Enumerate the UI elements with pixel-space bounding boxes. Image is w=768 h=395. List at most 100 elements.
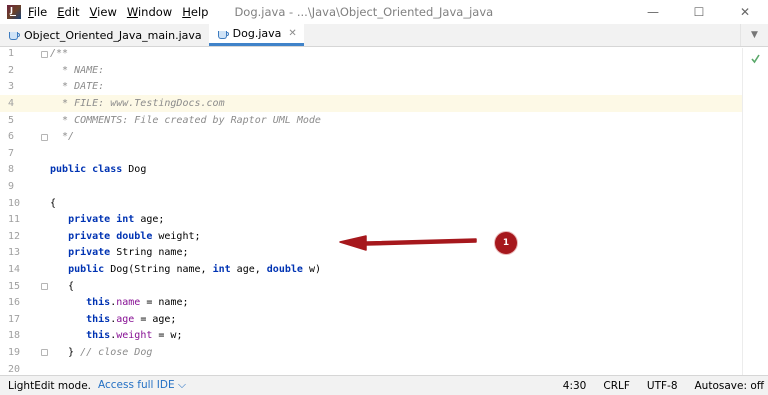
tab-close-icon[interactable]: ✕ <box>288 28 296 39</box>
line-number: 3 <box>8 81 15 93</box>
menu-item-window[interactable]: Window <box>127 5 172 19</box>
menu-item-file[interactable]: File <box>28 5 47 19</box>
line-number: 18 <box>8 330 21 342</box>
status-bar: LightEdit mode. Access full IDE ⌵ 4:30 C… <box>0 375 768 395</box>
window-controls: — ☐ ✕ <box>630 0 768 24</box>
code-token: age <box>116 313 135 325</box>
code-line[interactable]: 20 <box>0 361 742 375</box>
code-token: // close Dog <box>80 347 153 359</box>
tab-label: Object_Oriented_Java_main.java <box>24 28 202 42</box>
code-text: private int age; <box>50 214 164 225</box>
code-text: * FILE: www.TestingDocs.com <box>50 98 225 109</box>
line-number: 16 <box>8 297 21 309</box>
menu-item-help[interactable]: Help <box>182 5 208 19</box>
code-line[interactable]: 5 * COMMENTS: File created by Raptor UML… <box>0 112 742 129</box>
code-token: Dog <box>128 164 147 176</box>
tab-object-oriented-java-main[interactable]: Object_Oriented_Java_main.java <box>0 24 209 46</box>
fold-marker-icon[interactable] <box>41 349 48 357</box>
line-number: 19 <box>8 347 21 359</box>
code-token: public <box>68 264 111 276</box>
line-number: 13 <box>8 247 21 259</box>
java-file-icon <box>217 28 229 40</box>
code-token: this <box>86 297 111 309</box>
code-line[interactable]: 7 <box>0 145 742 162</box>
minimize-button[interactable]: — <box>630 0 676 24</box>
line-number: 15 <box>8 280 21 292</box>
code-token: * NAME: <box>50 64 105 76</box>
file-encoding[interactable]: UTF-8 <box>647 380 678 392</box>
code-token: String name; <box>116 247 189 259</box>
line-number: 14 <box>8 264 21 276</box>
inspection-check-icon <box>751 54 760 64</box>
caret-position[interactable]: 4:30 <box>563 380 587 392</box>
menu-label-rest: iew <box>97 5 117 19</box>
code-text: { <box>50 198 56 209</box>
code-token: this <box>86 330 111 342</box>
code-line[interactable]: 9 <box>0 178 742 195</box>
code-token: private int <box>68 214 141 226</box>
tab-list-dropdown-button[interactable]: ▼ <box>740 24 768 46</box>
java-file-icon <box>8 29 20 41</box>
code-text: * NAME: <box>50 65 104 76</box>
minimize-icon: — <box>647 5 659 19</box>
intellij-app-icon[interactable]: J <box>7 5 21 19</box>
code-line[interactable]: 19 } // close Dog <box>0 344 742 361</box>
fold-marker-icon[interactable] <box>41 282 48 290</box>
code-line[interactable]: 4 * FILE: www.TestingDocs.com <box>0 95 742 112</box>
vertical-scrollbar[interactable] <box>742 48 768 375</box>
chevron-down-icon: ▼ <box>751 30 758 40</box>
line-number: 10 <box>8 197 21 209</box>
line-number: 1 <box>8 48 15 60</box>
code-token: private double <box>68 230 159 242</box>
line-number: 8 <box>8 164 15 176</box>
menu-mnemonic: W <box>126 5 138 19</box>
line-separator[interactable]: CRLF <box>603 380 630 392</box>
line-number: 5 <box>8 114 15 126</box>
code-line[interactable]: 6 */ <box>0 129 742 146</box>
line-number: 7 <box>8 147 15 159</box>
line-number: 17 <box>8 313 21 325</box>
code-line[interactable]: 17 this.age = age; <box>0 311 742 328</box>
menu-label-rest: ile <box>33 5 48 19</box>
code-line[interactable]: 10 { <box>0 195 742 212</box>
code-line[interactable]: 14 public Dog(String name, int age, doub… <box>0 261 742 278</box>
code-line[interactable]: 16 this.name = name; <box>0 295 742 312</box>
menu-item-edit[interactable]: Edit <box>57 5 79 19</box>
code-line[interactable]: 2 * NAME: <box>0 62 742 79</box>
fold-marker-icon[interactable] <box>41 50 48 58</box>
annotation-badge: 1 <box>495 232 517 254</box>
code-editor[interactable]: 1/** 2 * NAME: 3 * DATE: 4 * FILE: www.Test… <box>0 48 768 375</box>
code-line[interactable]: 1 /** <box>0 48 742 62</box>
code-token: weight <box>116 330 153 342</box>
maximize-button[interactable]: ☐ <box>676 0 722 24</box>
code-token: * DATE: <box>50 81 105 93</box>
code-token: = age; <box>134 313 177 325</box>
code-token: name <box>116 297 141 309</box>
fold-marker-icon[interactable] <box>41 133 48 141</box>
access-full-ide-link[interactable]: Access full IDE ⌵ <box>98 379 186 392</box>
code-line[interactable]: 18 this.weight = w; <box>0 328 742 345</box>
code-line[interactable]: 11 private int age; <box>0 212 742 229</box>
code-token: public class <box>50 164 129 176</box>
menu-mnemonic: H <box>182 5 191 19</box>
code-text: private String name; <box>50 247 188 258</box>
code-line[interactable]: 12 private double weight; <box>0 228 742 245</box>
tab-dog-java[interactable]: Dog.java ✕ <box>208 24 304 46</box>
code-text: * DATE: <box>50 81 104 92</box>
code-text: /** <box>50 48 68 59</box>
code-token: age, <box>236 264 267 276</box>
code-line[interactable]: 15 { <box>0 278 742 295</box>
autosave-status[interactable]: Autosave: off <box>695 380 765 392</box>
code-line[interactable]: 8 public class Dog <box>0 162 742 179</box>
code-text: this.name = name; <box>50 297 188 309</box>
close-window-button[interactable]: ✕ <box>722 0 768 24</box>
code-line[interactable]: 13 private String name; <box>0 245 742 262</box>
menu-item-view[interactable]: View <box>90 5 117 19</box>
code-line[interactable]: 3 * DATE: <box>0 79 742 96</box>
line-number: 6 <box>8 131 15 143</box>
code-token: weight; <box>158 230 201 242</box>
